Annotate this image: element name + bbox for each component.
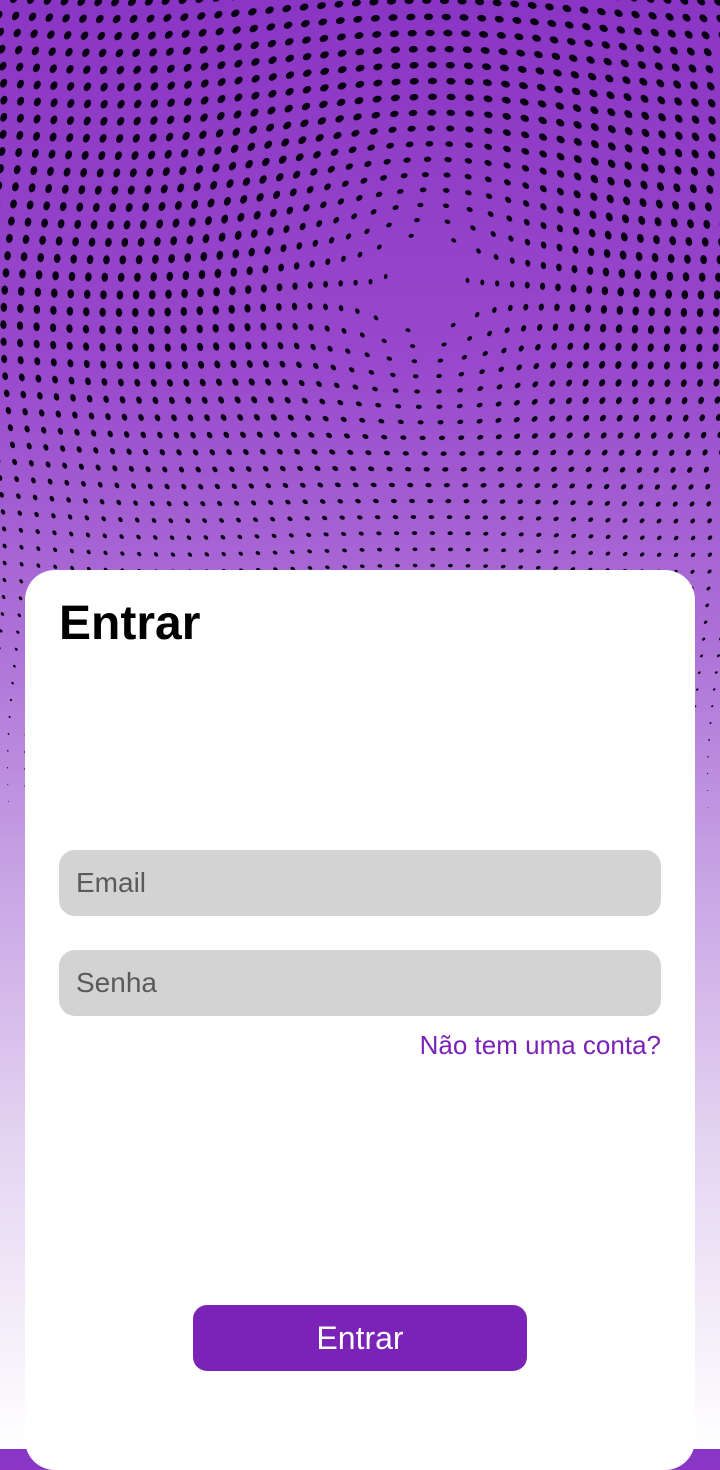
email-field[interactable] bbox=[59, 850, 661, 916]
login-card: Entrar Não tem uma conta? Entrar bbox=[25, 570, 695, 1470]
password-field[interactable] bbox=[59, 950, 661, 1016]
page-title: Entrar bbox=[59, 592, 200, 656]
signup-link[interactable]: Não tem uma conta? bbox=[420, 1028, 661, 1062]
login-button[interactable]: Entrar bbox=[193, 1305, 527, 1371]
